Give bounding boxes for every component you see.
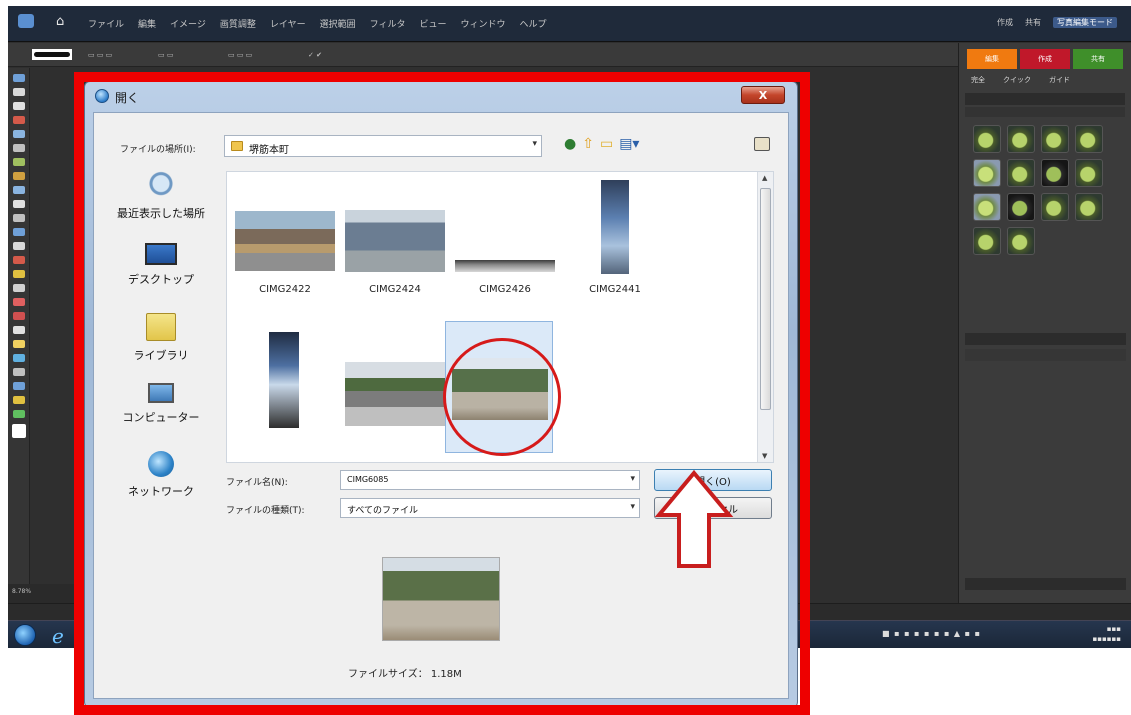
effect-thumbnail[interactable] <box>1041 193 1069 221</box>
tab-create[interactable]: 作成 <box>1020 49 1070 69</box>
effect-thumbnail[interactable] <box>973 193 1001 221</box>
effect-thumbnail[interactable] <box>1041 125 1069 153</box>
effect-thumbnail[interactable] <box>1075 125 1103 153</box>
menu-layer[interactable]: レイヤー <box>270 17 306 30</box>
start-button-icon[interactable] <box>14 624 36 646</box>
system-tray-icons[interactable]: ■ ▪ ▪ ▪ ▪ ▪ ▪ ▲ ▪ ▪ <box>882 629 981 638</box>
menu-edit[interactable]: 編集 <box>138 17 156 30</box>
layers-panel-toolbar[interactable] <box>965 349 1126 361</box>
right-menu-share[interactable]: 共有 <box>1025 17 1041 28</box>
tool-marquee[interactable] <box>12 130 25 138</box>
effect-thumbnail[interactable] <box>1075 193 1103 221</box>
effects-thumbnail-grid <box>959 119 1131 261</box>
option-3[interactable]: ▭ ▭ ▭ <box>228 51 252 59</box>
edit-mode-badge[interactable]: 写真編集モード <box>1053 17 1117 28</box>
menu-items: ファイル 編集 イメージ 画質調整 レイヤー 選択範囲 フィルタ ビュー ウィン… <box>88 17 547 30</box>
navigator-panel-header[interactable] <box>965 578 1126 590</box>
menu-help[interactable]: ヘルプ <box>519 17 546 30</box>
internet-explorer-icon[interactable]: e <box>52 624 64 648</box>
taskbar-clock[interactable]: ▪▪▪ ▪▪▪▪▪▪ <box>1093 624 1121 644</box>
tool-lasso[interactable] <box>12 144 25 152</box>
tool-eyedropper[interactable] <box>12 116 25 124</box>
subtab-guided[interactable]: ガイド <box>1049 75 1070 85</box>
effect-thumbnail[interactable] <box>973 125 1001 153</box>
tool-paint-bucket[interactable] <box>12 326 25 334</box>
zoom-readout: 8.78% <box>12 588 32 595</box>
effect-thumbnail[interactable] <box>1007 193 1035 221</box>
effect-thumbnail[interactable] <box>973 159 1001 187</box>
effect-thumbnail[interactable] <box>1007 227 1035 255</box>
tool-smart-brush[interactable] <box>12 312 25 320</box>
option-4[interactable]: ✓ ✔ <box>308 51 322 59</box>
tool-zoom[interactable] <box>12 88 25 96</box>
panel-bin: 編集 作成 共有 完全 クイック ガイド <box>958 43 1131 603</box>
tool-brush[interactable] <box>12 298 25 306</box>
effect-thumbnail[interactable] <box>1007 159 1035 187</box>
right-menu-create[interactable]: 作成 <box>997 17 1013 28</box>
option-1[interactable]: ▭ ▭ ▭ <box>88 51 112 59</box>
highlight-circle <box>443 338 561 456</box>
tool-clone[interactable] <box>12 270 25 278</box>
effect-thumbnail[interactable] <box>1075 159 1103 187</box>
tool-shape[interactable] <box>12 354 25 362</box>
tool-spot-heal[interactable] <box>12 256 25 264</box>
highlight-frame <box>74 72 810 715</box>
menu-bar: ⌂ ファイル 編集 イメージ 画質調整 レイヤー 選択範囲 フィルタ ビュー ウ… <box>8 6 1131 42</box>
tool-eraser[interactable] <box>12 284 25 292</box>
tool-quick-select[interactable] <box>12 172 25 180</box>
brush-preview[interactable] <box>32 49 72 60</box>
tool-move[interactable] <box>12 74 25 82</box>
effect-thumbnail[interactable] <box>973 227 1001 255</box>
menu-image[interactable]: イメージ <box>170 17 206 30</box>
tool-straighten[interactable] <box>12 242 25 250</box>
menu-enhance[interactable]: 画質調整 <box>220 17 256 30</box>
effects-panel-header[interactable] <box>965 93 1125 105</box>
mode-tabs: 編集 作成 共有 <box>967 49 1123 69</box>
tool-sponge[interactable] <box>12 382 25 390</box>
app-logo-icon <box>18 14 34 28</box>
tool-red-eye[interactable] <box>12 186 25 194</box>
tab-share[interactable]: 共有 <box>1073 49 1123 69</box>
menu-filter[interactable]: フィルタ <box>370 17 406 30</box>
edit-sub-tabs: 完全 クイック ガイド <box>959 69 1131 91</box>
effect-thumbnail[interactable] <box>1007 125 1035 153</box>
tool-hand[interactable] <box>12 102 25 110</box>
tool-dodge[interactable] <box>12 396 25 404</box>
toolbox <box>8 68 30 588</box>
effect-thumbnail[interactable] <box>1041 159 1069 187</box>
tool-crop[interactable] <box>12 214 25 222</box>
home-icon[interactable]: ⌂ <box>56 14 64 29</box>
option-2[interactable]: ▭ ▭ <box>158 51 173 59</box>
subtab-quick[interactable]: クイック <box>1003 75 1031 85</box>
up-arrow-annotation-icon <box>654 470 734 568</box>
tool-blur[interactable] <box>12 368 25 376</box>
screenshot: ⌂ ファイル 編集 イメージ 画質調整 レイヤー 選択範囲 フィルタ ビュー ウ… <box>0 0 1131 715</box>
menu-select[interactable]: 選択範囲 <box>320 17 356 30</box>
menu-file[interactable]: ファイル <box>88 17 124 30</box>
tool-recompose[interactable] <box>12 228 25 236</box>
foreground-color-swatch[interactable] <box>11 424 26 438</box>
tool-pencil[interactable] <box>12 410 25 418</box>
tool-text[interactable] <box>12 200 25 208</box>
right-menu: 作成 共有 写真編集モード <box>997 17 1117 28</box>
layers-panel-header[interactable] <box>965 333 1126 345</box>
tool-gradient[interactable] <box>12 340 25 348</box>
menu-window[interactable]: ウィンドウ <box>460 17 505 30</box>
effects-panel-toolbar[interactable] <box>965 107 1125 117</box>
tool-magic-wand[interactable] <box>12 158 25 166</box>
tab-edit[interactable]: 編集 <box>967 49 1017 69</box>
menu-view[interactable]: ビュー <box>419 17 446 30</box>
subtab-full[interactable]: 完全 <box>971 75 985 85</box>
